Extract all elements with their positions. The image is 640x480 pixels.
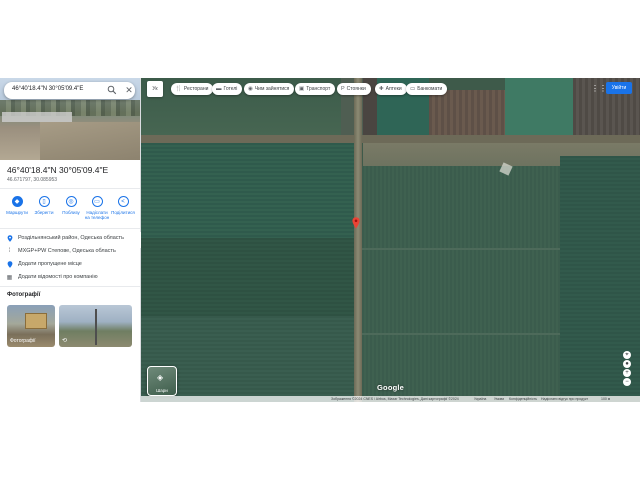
directions-label: Маршрути	[6, 210, 28, 215]
action-bar: ◆ Маршрути ▯ Зберегти ◎ Поблизу ▭ Надісл…	[4, 196, 138, 226]
pole-decoration	[95, 309, 97, 345]
photo-thumbnail-caption: Фотографії	[10, 338, 36, 344]
attractions-icon: ◉	[248, 86, 253, 92]
chip-atms[interactable]: ▭ Банкомати	[406, 83, 448, 95]
field-boundary	[362, 333, 560, 335]
location-icon	[6, 234, 13, 242]
layers-icon: ◈	[157, 373, 164, 382]
nearby-icon: ◎	[65, 196, 77, 207]
share-label: Поділитися	[111, 210, 135, 215]
divider	[0, 228, 140, 229]
info-add-business-text: Додати відомості про компанію	[18, 274, 98, 280]
directions-icon: ◆	[11, 196, 23, 207]
transit-icon: ▣	[299, 86, 305, 92]
chip-transit-label: Транспорт	[306, 86, 331, 92]
atm-icon: ▭	[410, 86, 416, 92]
share-button[interactable]: < Поділитися	[110, 196, 136, 215]
feedback-link[interactable]: Надіслати відгук про продукт	[541, 396, 588, 402]
country-link[interactable]: Україна	[474, 396, 486, 402]
map-footer: Зображення ©2024 CNES / Airbus, Maxar Te…	[141, 396, 640, 402]
plowed-field	[429, 90, 505, 140]
chip-restaurants[interactable]: 🍴 Ресторани	[171, 83, 214, 95]
nearby-label: Поблизу	[62, 210, 80, 215]
chip-hotels-label: Готелі	[223, 86, 238, 92]
place-decimal-coordinates: 46.671797, 30.085953	[7, 177, 58, 183]
imagery-attribution: Зображення ©2024 CNES / Airbus, Maxar Te…	[331, 397, 459, 401]
my-location-icon[interactable]: ⌖	[623, 351, 631, 359]
chip-attractions[interactable]: ◉ Чим зайнятися	[244, 83, 295, 95]
layers-label: Шари	[156, 388, 168, 393]
hotel-icon: ▬	[216, 86, 222, 92]
save-label: Зберегти	[34, 210, 54, 215]
language-label: Ук	[152, 86, 158, 92]
search-input[interactable]: 46°40'18.4"N 30°05'09.4"E	[12, 86, 83, 92]
photos-heading: Фотографії	[7, 292, 41, 298]
sign-in-button[interactable]: Увійти	[606, 82, 632, 94]
search-box[interactable]: 46°40'18.4"N 30°05'09.4"E ✕	[4, 82, 135, 99]
divider	[0, 188, 140, 189]
chip-parking-label: Стоянки	[346, 86, 366, 92]
scale-label[interactable]: 100 м	[601, 396, 610, 402]
crop-field	[141, 238, 354, 316]
info-row-address[interactable]: Роздільнянський район, Одеська область	[6, 233, 124, 243]
dirt-road	[354, 78, 362, 402]
plus-code-icon: ⁞	[8, 248, 11, 254]
crop-field	[362, 166, 560, 396]
directions-button[interactable]: ◆ Маршрути	[4, 196, 30, 215]
google-logo: Google	[377, 383, 405, 392]
divider	[0, 286, 140, 287]
send-to-phone-label: Надіслати на телефон	[84, 210, 110, 220]
restaurant-icon: 🍴	[175, 86, 182, 92]
pegman-icon[interactable]: ●	[623, 360, 631, 368]
chip-atms-label: Банкомати	[417, 86, 443, 92]
chip-transit[interactable]: ▣ Транспорт	[295, 83, 336, 95]
street-view-thumbnail[interactable]: ⟲	[59, 305, 132, 347]
search-icon[interactable]	[107, 85, 117, 95]
wall-decoration	[2, 112, 72, 122]
info-row-plus-code[interactable]: ⁞ MXGP+PW Степове, Одеська область	[6, 246, 116, 256]
layers-button[interactable]: ◈ Шари	[147, 366, 177, 396]
place-panel: 46°40'18.4"N 30°05'09.4"E ✕ 46°40'18.4"N…	[0, 78, 141, 402]
crop-field	[141, 143, 354, 238]
business-icon: ▦	[6, 274, 13, 281]
info-address-text: Роздільнянський район, Одеська область	[18, 235, 124, 241]
save-button[interactable]: ▯ Зберегти	[31, 196, 57, 215]
satellite-map[interactable]: Ук 🍴 Ресторани ▬ Готелі ◉ Чим зайнятися …	[141, 78, 640, 402]
add-place-icon	[6, 260, 13, 268]
location-pin-icon[interactable]	[352, 217, 360, 229]
send-to-phone-button[interactable]: ▭ Надіслати на телефон	[84, 196, 110, 220]
field-boundary	[362, 248, 560, 250]
map-controls: ⌖ ● + −	[621, 350, 633, 387]
zoom-out-button[interactable]: −	[623, 378, 631, 386]
info-add-place-text: Додати пропущене місце	[18, 261, 82, 267]
dirt-road	[141, 135, 640, 143]
info-row-add-business[interactable]: ▦ Додати відомості про компанію	[6, 272, 98, 282]
chip-parking[interactable]: P Стоянки	[337, 83, 371, 95]
pharmacy-icon: ✚	[379, 86, 384, 92]
place-title: 46°40'18.4"N 30°05'09.4"E	[7, 165, 109, 175]
chip-pharmacies[interactable]: ✚ Аптеки	[375, 83, 407, 95]
share-icon: <	[117, 196, 129, 207]
chip-attractions-label: Чим зайнятися	[254, 86, 290, 92]
parking-icon: P	[341, 86, 345, 92]
photo-thumbnail[interactable]: Фотографії	[7, 305, 55, 347]
chip-restaurants-label: Ресторани	[183, 86, 209, 92]
apps-grid-icon[interactable]: ⋮⋮	[591, 84, 607, 94]
road-sign-decoration	[25, 313, 47, 329]
road-decoration	[40, 122, 140, 160]
terms-link[interactable]: Умови	[494, 396, 504, 402]
send-to-phone-icon: ▭	[91, 196, 103, 207]
info-row-add-place[interactable]: Додати пропущене місце	[6, 259, 82, 269]
chip-hotels[interactable]: ▬ Готелі	[212, 83, 243, 95]
privacy-link[interactable]: Конфіденційність	[509, 396, 537, 402]
zoom-in-button[interactable]: +	[623, 369, 631, 377]
language-button[interactable]: Ук	[147, 81, 163, 97]
bookmark-icon: ▯	[38, 196, 50, 207]
nearby-button[interactable]: ◎ Поблизу	[58, 196, 84, 215]
info-plus-code-text: MXGP+PW Степове, Одеська область	[18, 248, 116, 254]
close-icon[interactable]: ✕	[124, 84, 134, 96]
maps-window: 46°40'18.4"N 30°05'09.4"E ✕ 46°40'18.4"N…	[0, 78, 640, 402]
chip-pharmacies-label: Аптеки	[385, 86, 402, 92]
street-view-icon: ⟲	[62, 338, 68, 344]
